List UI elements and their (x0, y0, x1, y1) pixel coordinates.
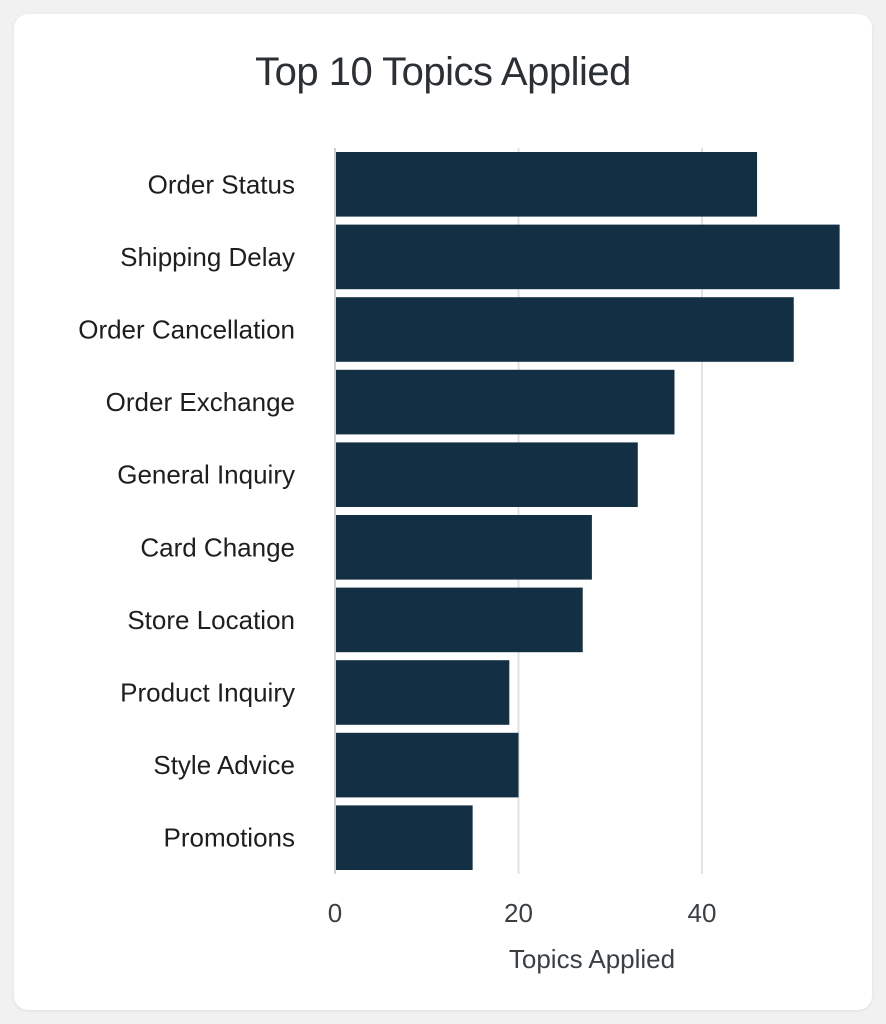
x-tick-label: 0 (328, 898, 342, 928)
x-tick-label: 20 (504, 898, 533, 928)
bar-promotions[interactable] (336, 805, 473, 870)
bar-order-cancellation[interactable] (336, 297, 794, 362)
category-label: Product Inquiry (120, 678, 295, 708)
x-tick-label: 40 (688, 898, 717, 928)
category-label: Card Change (140, 532, 295, 562)
bar-general-inquiry[interactable] (336, 442, 638, 507)
category-labels: Order Status Shipping Delay Order Cancella… (78, 169, 295, 852)
category-label: Order Status (148, 169, 295, 199)
x-axis-title: Topics Applied (509, 944, 675, 974)
bar-card-change[interactable] (336, 515, 592, 580)
x-tick-labels: 0 20 40 (328, 898, 717, 928)
bar-shipping-delay[interactable] (336, 224, 840, 290)
bar-style-advice[interactable] (336, 732, 519, 798)
bars (336, 152, 840, 870)
category-label: Promotions (164, 823, 296, 853)
bar-order-status[interactable] (336, 152, 758, 217)
bar-product-inquiry[interactable] (336, 660, 510, 725)
bar-chart: Order Status Shipping Delay Order Cancella… (78, 148, 840, 974)
category-label: Style Advice (153, 750, 295, 780)
category-label: General Inquiry (117, 460, 295, 490)
category-label: Order Cancellation (78, 315, 295, 345)
bar-store-location[interactable] (336, 587, 583, 653)
bar-order-exchange[interactable] (336, 369, 675, 435)
category-label: Shipping Delay (120, 242, 295, 272)
category-label: Store Location (127, 605, 295, 635)
category-label: Order Exchange (106, 387, 295, 417)
